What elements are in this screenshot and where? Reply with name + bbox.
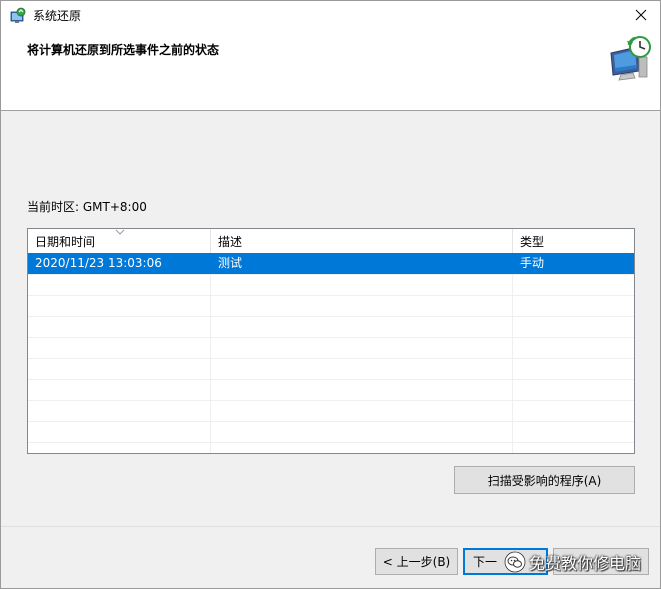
grid-line xyxy=(28,337,634,338)
column-header-description[interactable]: 描述 xyxy=(211,229,512,253)
cancel-button[interactable] xyxy=(553,548,649,575)
grid-line xyxy=(28,274,634,275)
system-restore-window: 系统还原 将计算机还原到所选事件之前的状态 当前时区: GMT+8:00 日期和… xyxy=(0,0,661,589)
timezone-info: 当前时区: GMT+8:00 xyxy=(27,199,147,215)
next-button[interactable]: 下一 xyxy=(463,548,548,575)
page-heading: 将计算机还原到所选事件之前的状态 xyxy=(27,43,220,57)
grid-line xyxy=(28,400,634,401)
table-row[interactable]: 2020/11/23 13:03:06 测试 手动 xyxy=(28,253,634,274)
system-restore-icon xyxy=(10,7,26,23)
grid-line xyxy=(28,442,634,443)
grid-line xyxy=(28,295,634,296)
wizard-header: 系统还原 将计算机还原到所选事件之前的状态 xyxy=(1,1,660,110)
cell-description: 测试 xyxy=(218,256,243,270)
timezone-label: 当前时区: xyxy=(27,200,83,214)
grid-line xyxy=(28,358,634,359)
cell-type: 手动 xyxy=(520,256,545,270)
grid-line xyxy=(28,316,634,317)
back-button[interactable]: < 上一步(B) xyxy=(375,548,458,575)
grid-line xyxy=(512,253,513,453)
grid-line xyxy=(28,421,634,422)
list-header: 日期和时间 描述 类型 xyxy=(28,229,634,253)
window-title: 系统还原 xyxy=(33,9,82,23)
sort-descending-icon xyxy=(115,229,125,235)
close-button[interactable] xyxy=(623,1,659,29)
cell-datetime: 2020/11/23 13:03:06 xyxy=(35,256,162,270)
footer-divider xyxy=(1,526,660,527)
restore-point-list[interactable]: 日期和时间 描述 类型 2020/11/23 13:03:06 测试 手动 xyxy=(27,228,635,454)
scan-affected-programs-button[interactable]: 扫描受影响的程序(A) xyxy=(454,466,635,494)
header-divider xyxy=(1,110,660,111)
column-header-type[interactable]: 类型 xyxy=(513,229,634,253)
close-icon xyxy=(635,9,647,21)
timezone-value: GMT+8:00 xyxy=(82,200,147,214)
grid-line xyxy=(210,253,211,453)
grid-line xyxy=(28,379,634,380)
monitor-restore-icon xyxy=(610,36,651,81)
